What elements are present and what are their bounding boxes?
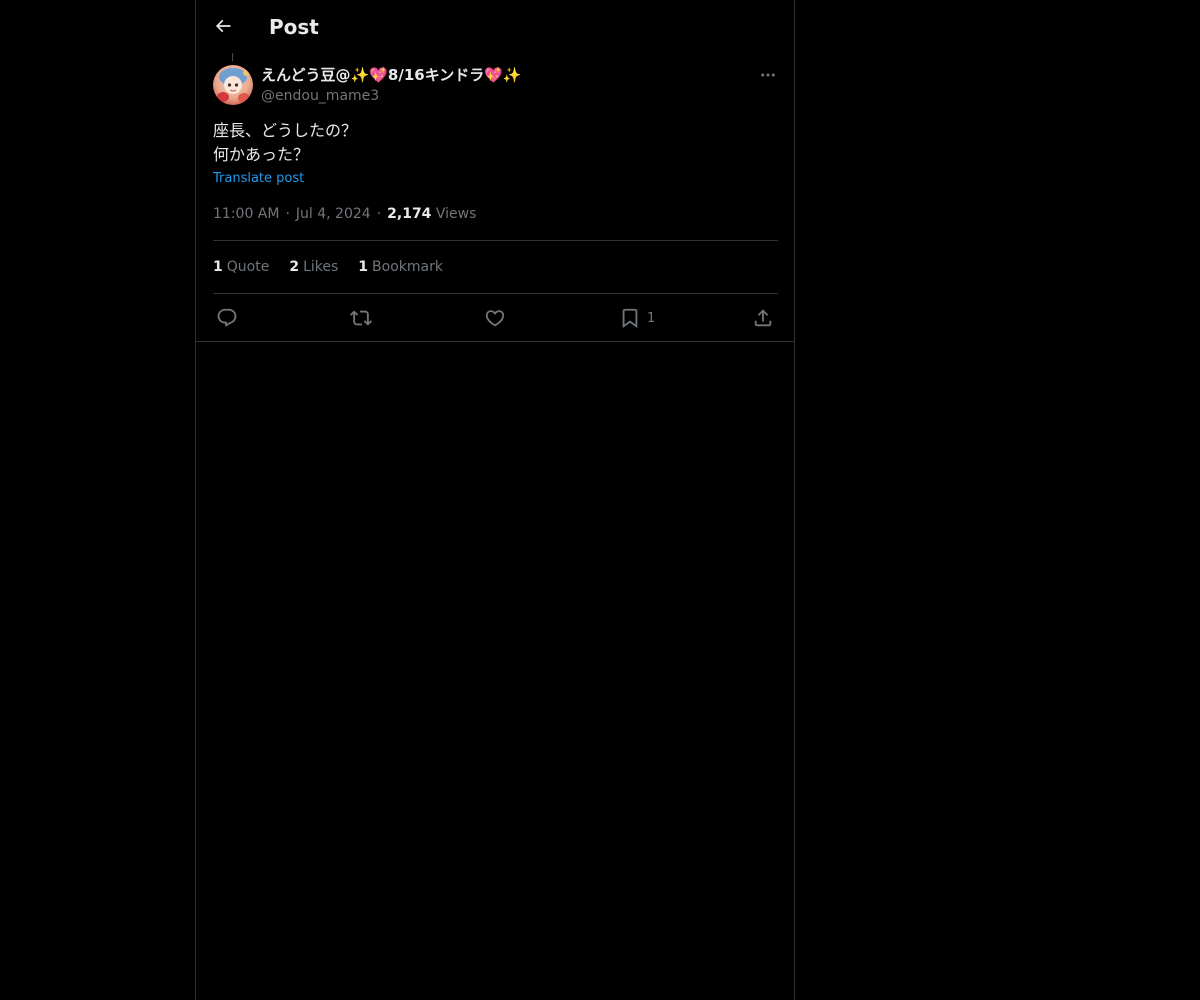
quotes-label: Quote (226, 259, 270, 275)
like-button[interactable] (484, 304, 506, 332)
divider (213, 240, 778, 241)
post-date[interactable]: Jul 4, 2024 (296, 206, 371, 222)
reply-icon (216, 307, 238, 329)
more-horizontal-icon (759, 66, 777, 84)
post-stats: 1 Quote 2 Likes 1 Bookmark (213, 257, 443, 277)
post-metadata: 11:00 AM · Jul 4, 2024 · 2,174 Views (213, 206, 477, 222)
bookmarks-count: 1 (358, 259, 369, 275)
post-time[interactable]: 11:00 AM (213, 206, 279, 222)
arrow-left-icon (213, 16, 233, 36)
repost-button[interactable] (350, 304, 372, 332)
quotes-count: 1 (213, 259, 223, 275)
repost-icon (350, 307, 372, 329)
likes-label: Likes (303, 259, 339, 275)
post-text: 座長、どうしたの？ 何かあった？ (213, 121, 358, 164)
bookmark-count: 1 (647, 310, 656, 326)
views-count: 2,174 (387, 206, 432, 222)
bookmark-button[interactable]: 1 (619, 304, 655, 332)
thread-connector-line (232, 53, 233, 61)
share-button[interactable] (752, 304, 774, 332)
avatar[interactable] (213, 65, 253, 105)
translate-post-link[interactable]: Translate post (213, 170, 304, 188)
reply-button[interactable] (216, 304, 238, 332)
heart-icon (484, 307, 506, 329)
page-title: Post (269, 15, 319, 39)
likes-count: 2 (289, 259, 300, 275)
author-display-name[interactable]: えんどう豆@✨💖8/16キンドラ💖✨ (261, 65, 522, 85)
more-options-button[interactable] (756, 64, 780, 86)
bookmarks-label: Bookmark (372, 259, 443, 275)
back-button[interactable] (208, 11, 238, 41)
likes-stat[interactable]: 2 Likes (289, 257, 338, 277)
page-header: Post (196, 0, 794, 53)
views-label: Views (435, 206, 477, 222)
post-detail-column: Post えんどう豆@✨💖8/16キンドラ💖✨ @endou_mame3 座長、… (195, 0, 795, 1000)
quotes-stat[interactable]: 1 Quote (213, 257, 269, 277)
post-actions-bar: 1 (196, 300, 794, 336)
bookmarks-stat[interactable]: 1 Bookmark (358, 257, 443, 277)
author-handle[interactable]: @endou_mame3 (261, 86, 379, 106)
share-icon (752, 307, 774, 329)
divider (213, 293, 778, 294)
user-avatar (213, 65, 253, 105)
post-bottom-border (196, 341, 794, 342)
bookmark-icon (619, 307, 641, 329)
